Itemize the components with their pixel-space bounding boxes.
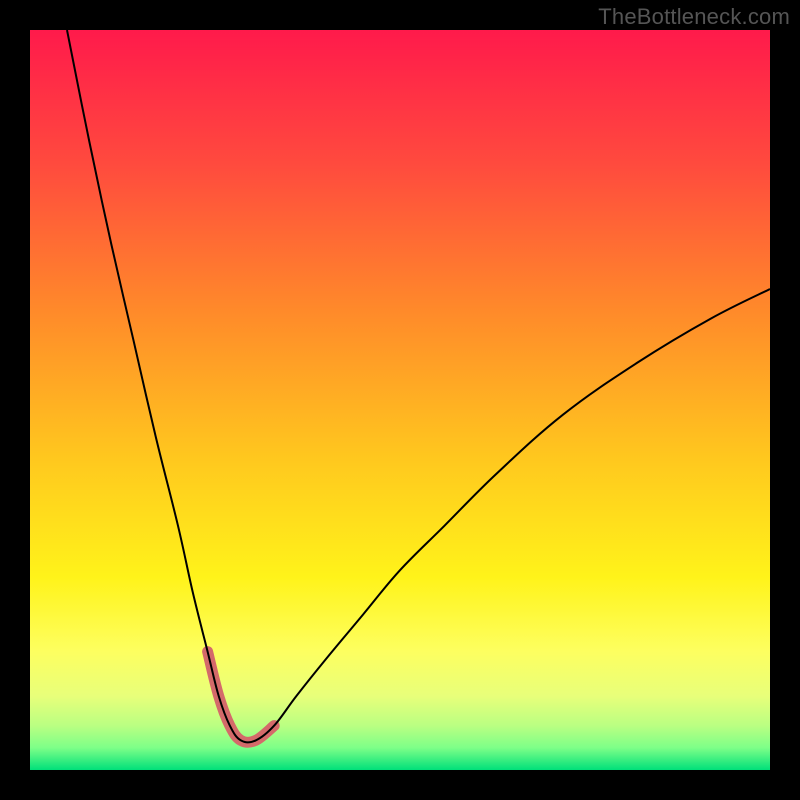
chart-frame: TheBottleneck.com <box>0 0 800 800</box>
highlight-band <box>208 652 275 743</box>
watermark-text: TheBottleneck.com <box>598 4 790 30</box>
bottleneck-curve <box>67 30 770 742</box>
curve-layer <box>30 30 770 770</box>
plot-area <box>30 30 770 770</box>
